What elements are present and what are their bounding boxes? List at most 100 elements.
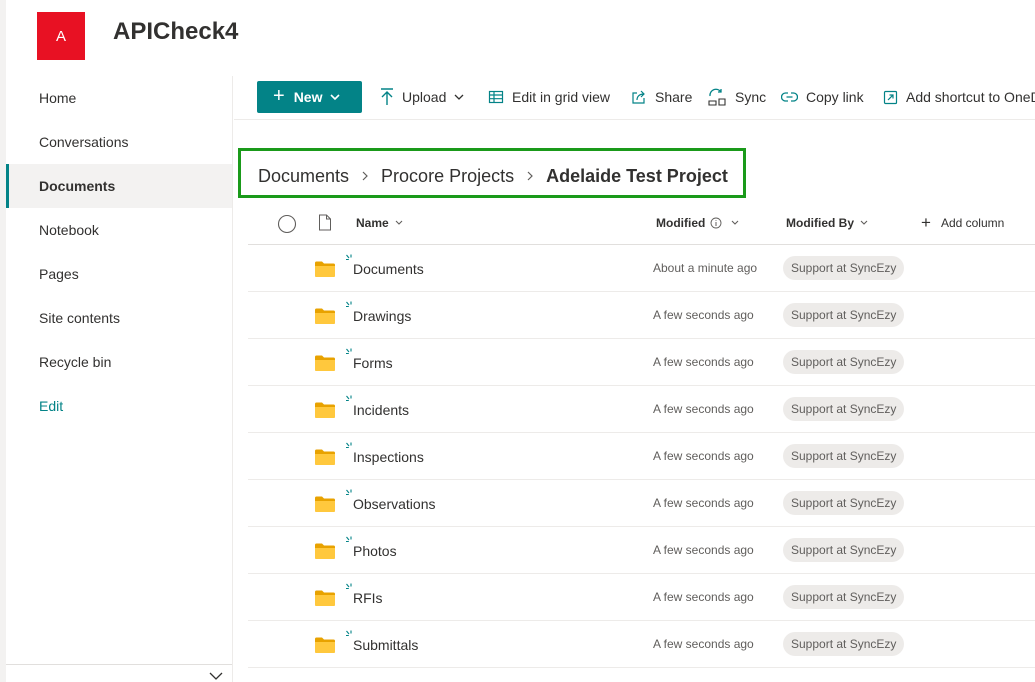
upload-label: Upload xyxy=(402,89,447,105)
column-modified-label: Modified xyxy=(656,215,706,230)
folder-icon xyxy=(315,402,335,418)
breadcrumb-item-procore-projects[interactable]: Procore Projects xyxy=(381,166,514,187)
nav-item-site-contents[interactable]: Site contents xyxy=(6,296,232,340)
sync-icon xyxy=(708,88,726,106)
folder-icon xyxy=(315,590,335,606)
row-modified-by[interactable]: Support at SyncEzy xyxy=(783,538,905,562)
row-name[interactable]: Documents xyxy=(353,261,424,277)
row-modified-by[interactable]: Support at SyncEzy xyxy=(783,585,905,609)
chevron-down-icon xyxy=(454,94,464,100)
edit-grid-view-button[interactable]: Edit in grid view xyxy=(488,86,610,108)
row-modified: A few seconds ago xyxy=(653,402,754,416)
row-modified: A few seconds ago xyxy=(653,496,754,510)
folder-icon xyxy=(315,496,335,512)
row-modified: A few seconds ago xyxy=(653,449,754,463)
row-modified: A few seconds ago xyxy=(653,590,754,604)
table-row[interactable]: Submittals A few seconds ago Support at … xyxy=(248,621,1035,668)
add-shortcut-button[interactable]: Add shortcut to OneDrive xyxy=(883,86,1035,108)
plus-icon: + xyxy=(273,85,285,107)
row-name[interactable]: Observations xyxy=(353,496,435,512)
nav-edit-link[interactable]: Edit xyxy=(6,384,232,428)
copy-link-label: Copy link xyxy=(806,89,864,105)
row-modified-by[interactable]: Support at SyncEzy xyxy=(783,491,905,515)
nav-item-notebook[interactable]: Notebook xyxy=(6,208,232,252)
row-modified-by[interactable]: Support at SyncEzy xyxy=(783,350,905,374)
left-navigation: Home Conversations Documents Notebook Pa… xyxy=(6,76,233,682)
row-modified-by[interactable]: Support at SyncEzy xyxy=(783,256,905,280)
folder-icon xyxy=(315,308,335,324)
chevron-right-icon xyxy=(361,170,369,182)
row-name[interactable]: Drawings xyxy=(353,308,411,324)
table-row[interactable]: Photos A few seconds ago Support at Sync… xyxy=(248,527,1035,574)
upload-button[interactable]: Upload xyxy=(380,86,464,108)
chevron-down-icon xyxy=(395,220,403,225)
row-modified: A few seconds ago xyxy=(653,308,754,322)
breadcrumb-item-current: Adelaide Test Project xyxy=(546,165,728,186)
table-row[interactable]: Incidents A few seconds ago Support at S… xyxy=(248,386,1035,433)
breadcrumb: Documents Procore Projects Adelaide Test… xyxy=(258,164,728,188)
copy-link-button[interactable]: Copy link xyxy=(781,86,864,108)
share-label: Share xyxy=(655,89,693,105)
row-name[interactable]: Incidents xyxy=(353,402,409,418)
table-row[interactable]: Documents About a minute ago Support at … xyxy=(248,245,1035,292)
column-header-modified[interactable]: Modified xyxy=(656,200,739,245)
sync-button[interactable]: Sync xyxy=(707,86,766,108)
chevron-down-icon xyxy=(330,94,341,101)
add-column-label: Add column xyxy=(940,215,1005,230)
folder-icon xyxy=(315,637,335,653)
row-name[interactable]: Photos xyxy=(353,543,397,559)
shortcut-icon xyxy=(883,90,898,104)
column-header-name[interactable]: Name xyxy=(356,200,403,245)
row-name[interactable]: Submittals xyxy=(353,637,418,653)
nav-item-documents[interactable]: Documents xyxy=(6,164,232,208)
folder-icon xyxy=(315,543,335,559)
folder-icon xyxy=(315,449,335,465)
sync-label: Sync xyxy=(735,89,767,105)
share-icon xyxy=(632,90,645,104)
share-button[interactable]: Share xyxy=(631,86,692,108)
nav-item-pages[interactable]: Pages xyxy=(6,252,232,296)
row-name[interactable]: RFIs xyxy=(353,590,383,606)
chevron-down-icon[interactable] xyxy=(208,670,224,682)
select-all-checkbox[interactable] xyxy=(277,214,297,234)
site-title[interactable]: APICheck4 xyxy=(113,18,238,46)
folder-icon xyxy=(315,261,335,277)
nav-item-recycle-bin[interactable]: Recycle bin xyxy=(6,340,232,384)
chevron-right-icon xyxy=(526,170,534,182)
add-column-button[interactable]: + Add column xyxy=(921,200,1004,245)
folder-icon xyxy=(315,355,335,371)
row-modified: About a minute ago xyxy=(653,261,758,275)
upload-icon xyxy=(381,88,393,105)
link-icon xyxy=(781,92,798,102)
table-row[interactable]: Drawings A few seconds ago Support at Sy… xyxy=(248,292,1035,339)
row-name[interactable]: Forms xyxy=(353,355,393,371)
row-modified-by[interactable]: Support at SyncEzy xyxy=(783,444,905,468)
new-button[interactable]: + New xyxy=(257,81,362,113)
table-row[interactable]: Observations A few seconds ago Support a… xyxy=(248,480,1035,527)
column-header-modified-by[interactable]: Modified By xyxy=(786,200,868,245)
chevron-down-icon xyxy=(860,220,868,225)
nav-item-home[interactable]: Home xyxy=(6,76,232,120)
table-row[interactable]: Forms A few seconds ago Support at SyncE… xyxy=(248,339,1035,386)
site-header: A APICheck4 xyxy=(6,0,1035,74)
chevron-down-icon xyxy=(731,220,739,225)
table-row[interactable]: Inspections A few seconds ago Support at… xyxy=(248,433,1035,480)
row-modified: A few seconds ago xyxy=(653,543,754,557)
table-row[interactable]: RFIs A few seconds ago Support at SyncEz… xyxy=(248,574,1035,621)
row-modified-by[interactable]: Support at SyncEzy xyxy=(783,397,905,421)
column-name-label: Name xyxy=(356,215,389,230)
command-bar: + New Upload Edit in grid view Share Syn… xyxy=(234,74,1035,120)
row-modified: A few seconds ago xyxy=(653,355,754,369)
row-modified-by[interactable]: Support at SyncEzy xyxy=(783,303,905,327)
new-button-label: New xyxy=(293,89,323,105)
nav-item-conversations[interactable]: Conversations xyxy=(6,120,232,164)
row-modified-by[interactable]: Support at SyncEzy xyxy=(783,632,905,656)
file-type-icon[interactable] xyxy=(318,214,332,231)
row-modified: A few seconds ago xyxy=(653,637,754,651)
breadcrumb-item-documents[interactable]: Documents xyxy=(258,166,349,187)
info-icon xyxy=(710,217,722,228)
row-name[interactable]: Inspections xyxy=(353,449,424,465)
site-logo[interactable]: A xyxy=(37,12,85,60)
add-shortcut-label: Add shortcut to OneDrive xyxy=(906,89,1035,105)
plus-icon: + xyxy=(921,213,931,232)
